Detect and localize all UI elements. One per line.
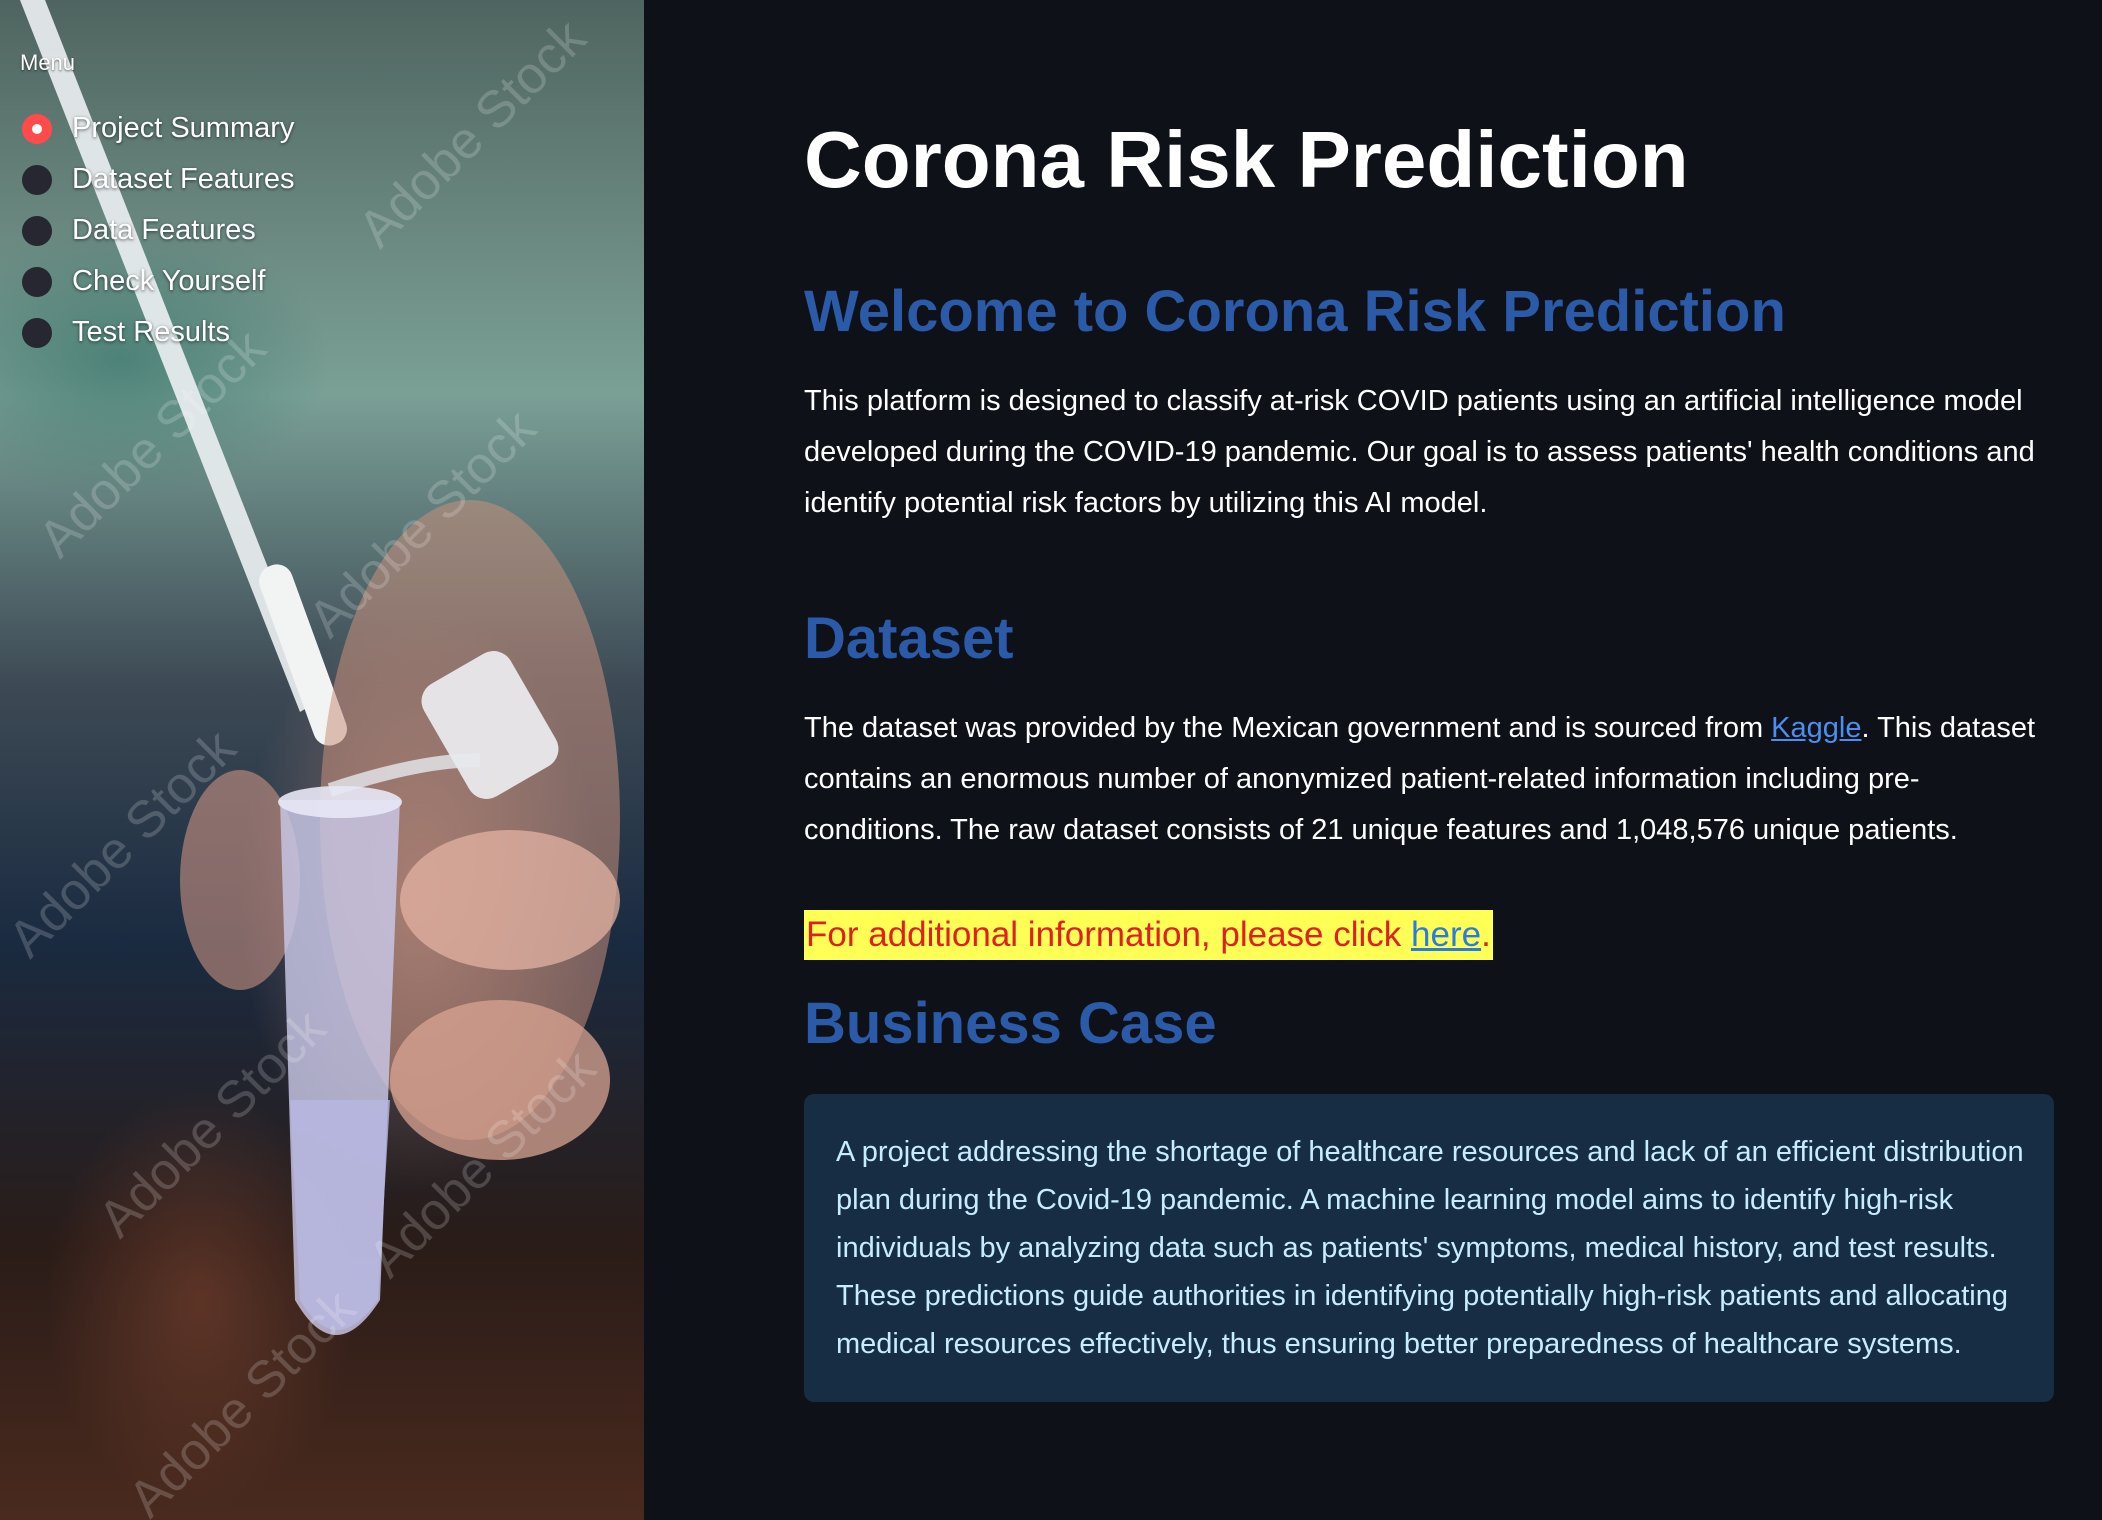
additional-info-text: For additional information, please click: [806, 915, 1412, 954]
svg-text:Adobe Stock: Adobe Stock: [347, 8, 597, 258]
menu-item-label: Data Features: [72, 214, 256, 246]
menu-item-label: Test Results: [72, 316, 230, 348]
business-case-heading: Business Case: [804, 991, 1217, 1056]
app-root: Adobe Stock Adobe Stock Adobe Stock Adob…: [0, 0, 2102, 1520]
here-link[interactable]: here: [1411, 915, 1481, 954]
additional-info-row: For additional information, please click…: [804, 910, 2054, 960]
welcome-heading: Welcome to Corona Risk Prediction: [804, 279, 1786, 344]
menu-item-project-summary[interactable]: Project Summary: [22, 103, 294, 154]
dataset-text: The dataset was provided by the Mexican …: [804, 703, 2054, 856]
menu-item-data-features[interactable]: Data Features: [22, 205, 294, 256]
menu-item-check-yourself[interactable]: Check Yourself: [22, 256, 294, 307]
kaggle-link[interactable]: Kaggle: [1771, 712, 1861, 744]
content-column: Corona Risk Prediction Welcome to Corona…: [804, 100, 2054, 1402]
welcome-text: This platform is designed to classify at…: [804, 385, 2035, 519]
menu-title: Menu: [20, 50, 76, 75]
svg-text:Adobe Stock: Adobe Stock: [117, 1278, 367, 1520]
dataset-heading: Dataset: [804, 606, 1014, 671]
radio-unselected-icon[interactable]: [22, 164, 52, 195]
additional-info-highlight: For additional information, please click…: [804, 910, 1493, 960]
radio-unselected-icon[interactable]: [22, 317, 52, 348]
business-case-text: A project addressing the shortage of hea…: [836, 1136, 2024, 1360]
sidebar: Adobe Stock Adobe Stock Adobe Stock Adob…: [0, 0, 644, 1520]
menu-item-label: Project Summary: [72, 112, 295, 144]
business-case-info-box: A project addressing the shortage of hea…: [804, 1094, 2054, 1402]
page-title: Corona Risk Prediction: [804, 115, 1689, 204]
menu-item-label: Check Yourself: [72, 265, 266, 297]
additional-info-period: .: [1481, 915, 1491, 954]
menu-item-dataset-features[interactable]: Dataset Features: [22, 154, 294, 205]
menu-radio-group: Project Summary Dataset Features Data Fe…: [22, 103, 294, 358]
radio-selected-icon[interactable]: [22, 113, 52, 144]
menu-item-label: Dataset Features: [72, 163, 295, 195]
radio-unselected-icon[interactable]: [22, 215, 52, 246]
dataset-text-before: The dataset was provided by the Mexican …: [804, 712, 1772, 744]
main-content: Corona Risk Prediction Welcome to Corona…: [644, 0, 2102, 1520]
menu-item-test-results[interactable]: Test Results: [22, 307, 294, 358]
radio-unselected-icon[interactable]: [22, 266, 52, 297]
